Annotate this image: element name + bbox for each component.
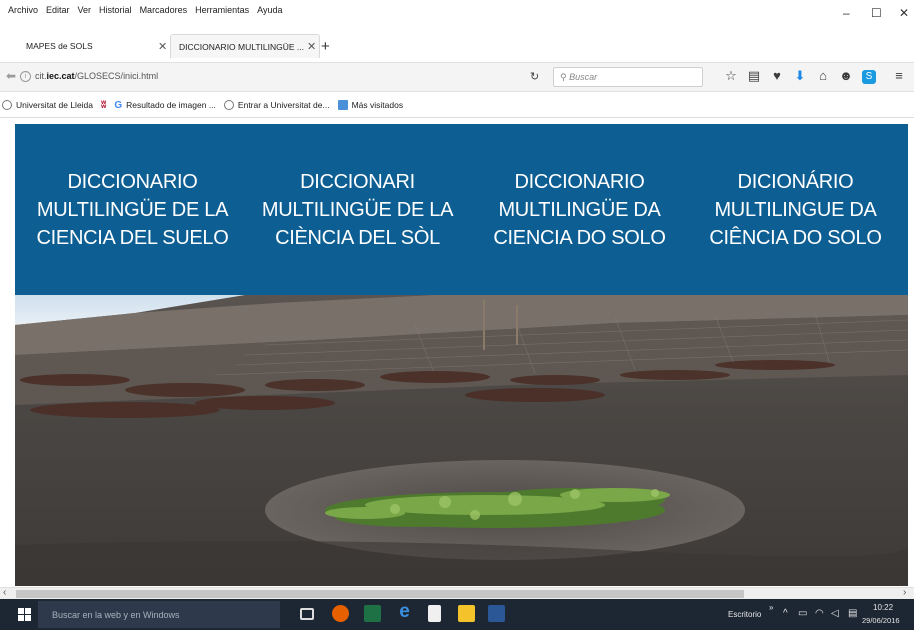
bookmark-pocket[interactable]: ʬ [101, 100, 106, 111]
url-prefix: cit. [35, 71, 47, 81]
tab-strip: MAPES de SOLS ✕ DICCIONARIO MULTILINGÜE … [0, 30, 914, 62]
show-hidden-icons-icon[interactable]: ^ [783, 608, 788, 619]
home-icon[interactable]: ⌂ [816, 68, 830, 83]
word-icon[interactable] [488, 605, 505, 622]
horizontal-scrollbar[interactable]: ‹ › [0, 587, 914, 599]
link-diccionario-gl[interactable]: DICCIONARIO MULTILINGÜE DA CIENCIA DO SO… [472, 168, 687, 252]
chat-icon[interactable]: ☻ [839, 68, 853, 83]
pocket-icon: ʬ [101, 99, 107, 111]
globe-icon [2, 100, 12, 110]
taskbar-search-placeholder: Buscar en la web y en Windows [52, 610, 180, 620]
bookmark-star-icon[interactable]: ☆ [724, 68, 738, 84]
url-path: /GLOSECS/inici.html [74, 71, 159, 81]
restore-button[interactable]: ☐ [871, 6, 882, 20]
bookmark-label: Más visitados [351, 100, 404, 110]
link-dicionario-pt[interactable]: DICIONÁRIO MULTILINGUE DA CIÊNCIA DO SOL… [688, 168, 903, 252]
clock-time[interactable]: 10:22 [873, 603, 893, 612]
url-field[interactable]: cit.iec.cat/GLOSECS/inici.html [35, 71, 158, 81]
taskbar-search-input[interactable]: Buscar en la web y en Windows [38, 601, 280, 628]
bookmarks-bar: Universitat de Lleida ʬ G Resultado de i… [0, 93, 914, 118]
pocket-icon[interactable]: ♥ [770, 68, 784, 83]
title-line: DICIONÁRIO [737, 171, 854, 193]
title-line: MULTILINGÜE DE LA [261, 199, 454, 221]
new-tab-button[interactable]: + [321, 38, 330, 55]
scrollbar-thumb[interactable] [16, 590, 744, 598]
title-line: DICCIONARIO [67, 171, 198, 193]
title-line: MULTILINGÜE DE LA [36, 199, 229, 221]
windows-start-icon[interactable] [18, 608, 31, 621]
browser-window: Archivo Editar Ver Historial Marcadores … [0, 0, 914, 630]
globe-icon [223, 100, 234, 110]
url-host: iec.cat [46, 71, 75, 81]
title-line: DICCIONARIO [514, 171, 645, 193]
notifications-icon[interactable]: ▤ [848, 608, 857, 619]
landscape-photo [15, 295, 908, 586]
title-line: MULTILINGÜE DA [498, 199, 661, 221]
minimize-button[interactable]: – [843, 6, 850, 20]
tab-label: DICCIONARIO MULTILINGÜE ... [179, 41, 304, 52]
page-content: DICCIONARIO MULTILINGÜE DE LA CIENCIA DE… [15, 124, 908, 586]
title-line: CIENCIA DEL SUELO [36, 227, 229, 249]
menu-hamburger-icon[interactable]: ≡ [892, 68, 906, 83]
bookmark-universitat-lleida[interactable]: Universitat de Lleida [2, 100, 93, 110]
menu-marcadores[interactable]: Marcadores [140, 5, 188, 15]
tab-close-icon[interactable]: ✕ [307, 40, 316, 53]
search-input[interactable]: ⚲ Buscar [553, 67, 703, 87]
file-explorer-icon[interactable] [458, 605, 475, 622]
excel-icon[interactable] [364, 605, 381, 622]
bookmark-label: Entrar a Universitat de... [237, 100, 330, 110]
bookmark-resultado-imagen[interactable]: G Resultado de imagen ... [114, 100, 216, 111]
download-icon[interactable]: ⬇ [793, 68, 807, 84]
bookmark-mas-visitados[interactable]: Más visitados [337, 100, 404, 110]
link-diccionario-es[interactable]: DICCIONARIO MULTILINGÜE DE LA CIENCIA DE… [25, 168, 240, 252]
title-line: CIÈNCIA DEL SÒL [275, 227, 440, 249]
wifi-icon[interactable]: ◠ [815, 608, 824, 619]
tab-label: MAPES de SOLS [26, 41, 93, 51]
title-line: MULTILINGUE DA [714, 199, 877, 221]
menu-archivo[interactable]: Archivo [8, 5, 38, 15]
volume-icon[interactable]: ◁ [831, 608, 839, 619]
battery-icon[interactable]: ▭ [798, 608, 807, 619]
tab-diccionario[interactable]: DICCIONARIO MULTILINGÜE ... ✕ [170, 34, 320, 58]
reload-icon[interactable]: ↻ [530, 70, 539, 83]
bookmark-label: Resultado de imagen ... [126, 100, 216, 110]
firefox-icon[interactable] [332, 605, 349, 622]
navigation-bar: ⬅ i cit.iec.cat/GLOSECS/inici.html ↻ ⚲ B… [0, 62, 914, 92]
title-line: DICCIONARI [300, 171, 415, 193]
link-diccionari-ca[interactable]: DICCIONARI MULTILINGÜE DE LA CIÈNCIA DEL… [250, 168, 465, 252]
vineyard-landscape-image [15, 295, 908, 586]
reading-list-icon[interactable]: ▤ [747, 68, 761, 84]
windows-taskbar: Buscar en la web y en Windows e Escritor… [0, 599, 914, 630]
toolbar-expand-icon[interactable]: » [769, 603, 773, 612]
search-icon: ⚲ [560, 72, 567, 82]
menu-historial[interactable]: Historial [99, 5, 132, 15]
skype-icon[interactable]: S [862, 70, 876, 84]
site-info-icon[interactable]: i [20, 71, 31, 82]
close-window-button[interactable]: ✕ [899, 6, 909, 20]
title-banner: DICCIONARIO MULTILINGÜE DE LA CIENCIA DE… [15, 124, 908, 295]
scroll-left-arrow-icon[interactable]: ‹ [3, 587, 6, 598]
google-icon: G [114, 99, 123, 111]
title-line: CIENCIA DO SOLO [493, 227, 666, 249]
tab-mapes-de-sols[interactable]: MAPES de SOLS ✕ [18, 34, 168, 58]
scroll-right-arrow-icon[interactable]: › [903, 587, 906, 598]
bookmark-label: Universitat de Lleida [16, 100, 94, 110]
back-arrow-icon[interactable]: ⬅ [6, 69, 16, 83]
menu-ayuda[interactable]: Ayuda [257, 5, 282, 15]
task-view-icon[interactable] [300, 608, 314, 620]
folder-icon [337, 100, 348, 110]
menu-bar: Archivo Editar Ver Historial Marcadores … [0, 0, 914, 28]
store-icon[interactable] [428, 605, 441, 622]
bookmark-entrar-universitat[interactable]: Entrar a Universitat de... [223, 100, 330, 110]
search-placeholder: Buscar [569, 72, 598, 82]
desktop-toolbar-label[interactable]: Escritorio [728, 610, 761, 619]
tab-close-icon[interactable]: ✕ [158, 40, 167, 53]
menu-ver[interactable]: Ver [78, 5, 92, 15]
edge-icon[interactable]: e [396, 601, 413, 622]
title-line: CIÊNCIA DO SOLO [709, 227, 882, 249]
menu-editar[interactable]: Editar [46, 5, 70, 15]
menu-herramientas[interactable]: Herramientas [195, 5, 249, 15]
clock-date[interactable]: 29/06/2016 [862, 616, 900, 625]
